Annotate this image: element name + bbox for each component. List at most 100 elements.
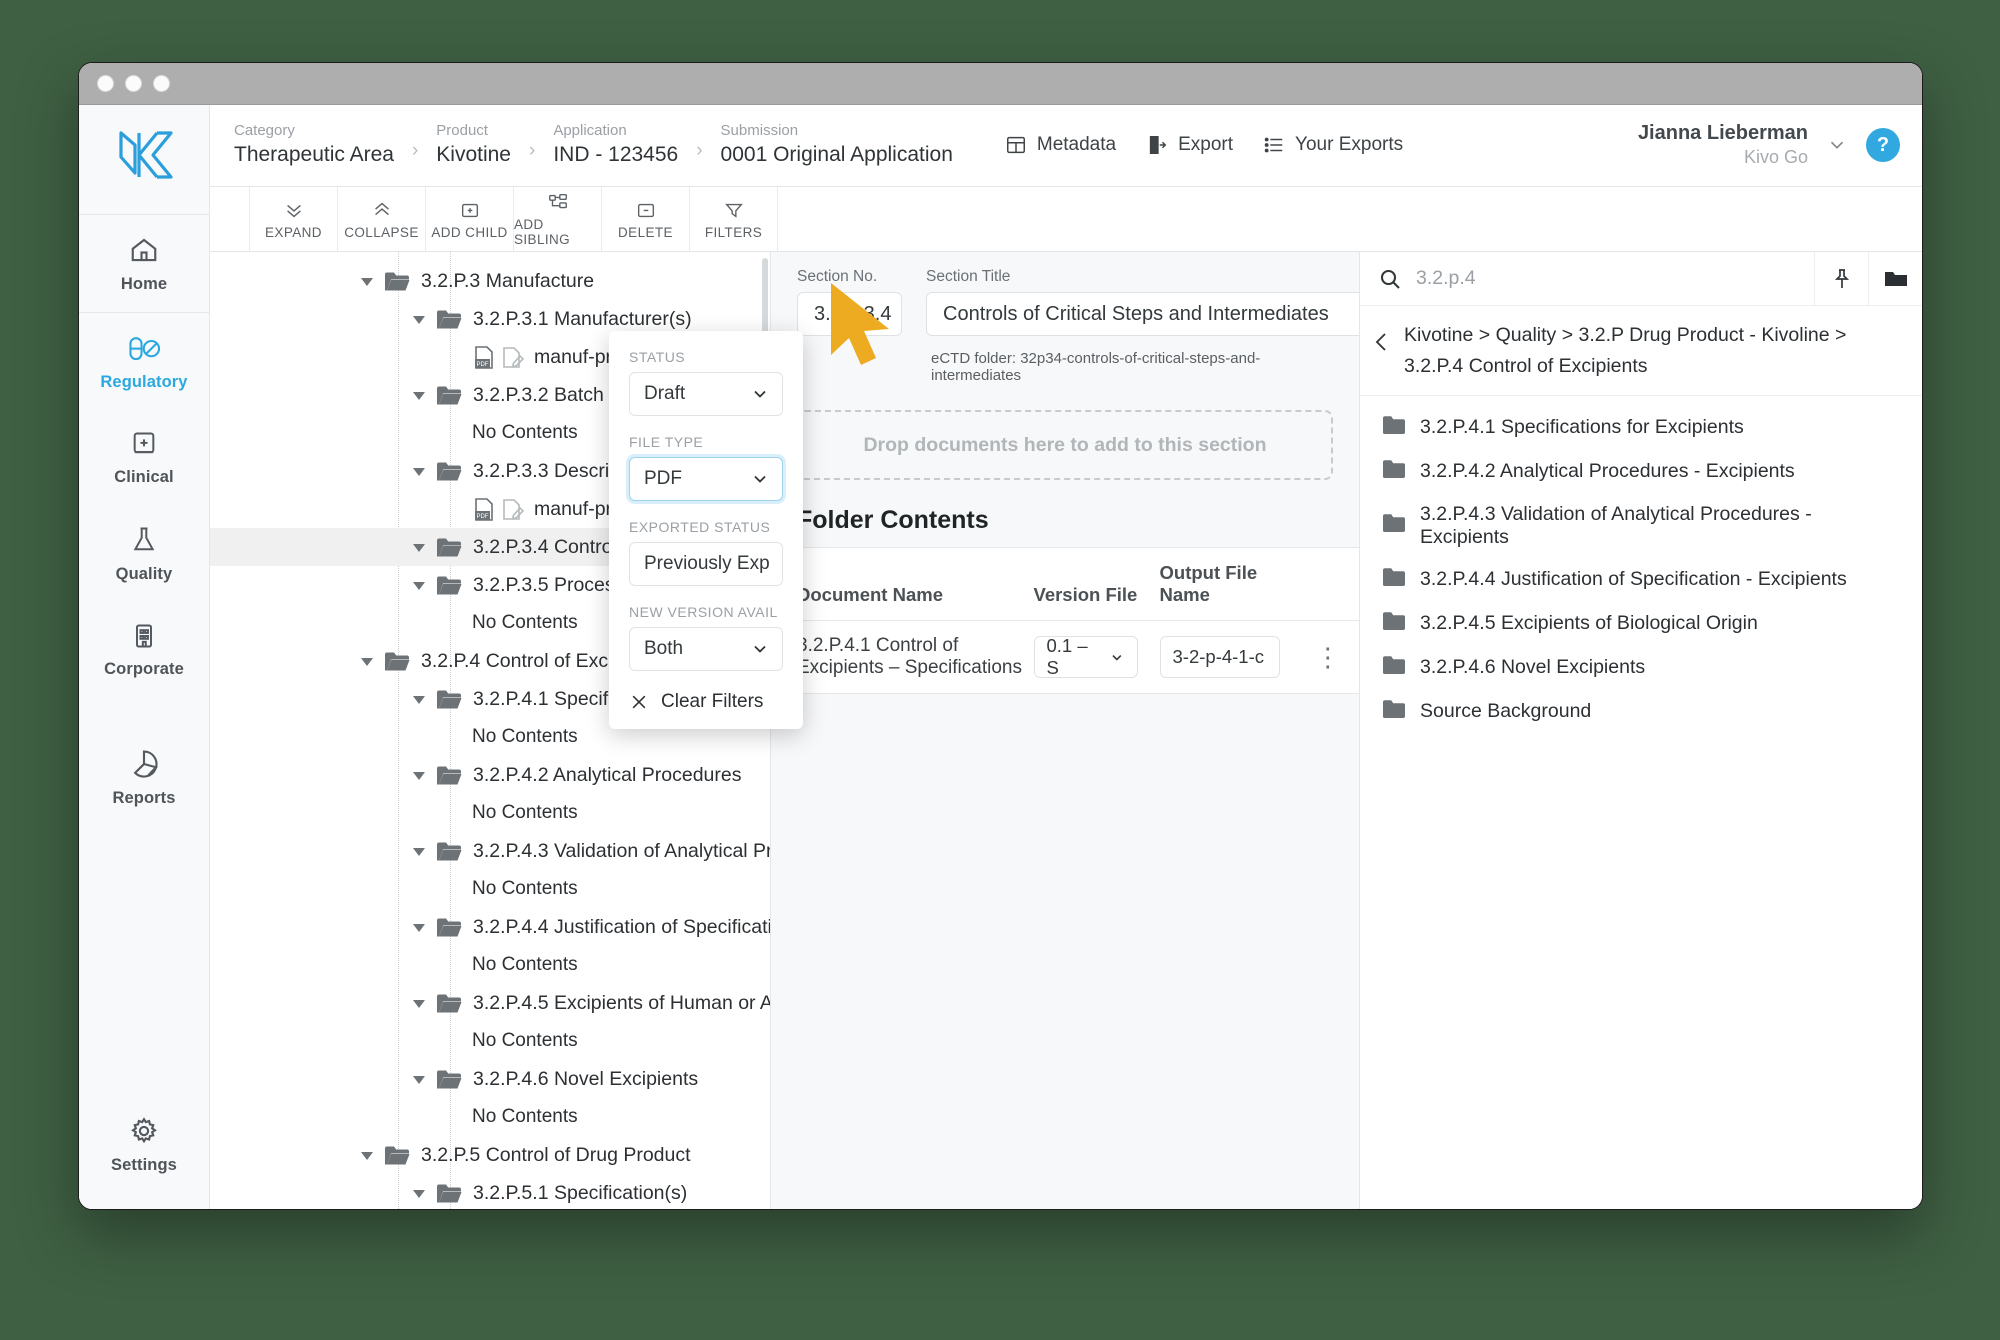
breadcrumb-value: Kivotine — [436, 143, 511, 167]
help-button[interactable]: ? — [1866, 128, 1900, 163]
caret-down-icon[interactable] — [410, 386, 428, 404]
filter-select[interactable]: Both — [629, 627, 783, 671]
filter-select-value: Draft — [644, 383, 686, 404]
filter-select[interactable]: Draft — [629, 372, 783, 416]
desktop-background: Home Regulatory Clinical Quality Corpora… — [0, 0, 2000, 1340]
caret-down-icon[interactable] — [410, 310, 428, 328]
caret-down-icon[interactable] — [410, 462, 428, 480]
window-minimize-button[interactable] — [125, 75, 142, 92]
user-text: Jianna Lieberman Kivo Go — [1638, 121, 1808, 169]
flask-icon — [133, 527, 155, 551]
folder-icon — [1383, 612, 1405, 630]
caret-down-icon[interactable] — [410, 576, 428, 594]
filter-select[interactable]: PDF — [629, 457, 783, 501]
filters-popup[interactable]: STATUS Draft FILE TYPE PDF EXPORTED STATUS Pr… — [609, 331, 803, 729]
pills-icon — [129, 337, 160, 361]
sidebar-item-clinical[interactable]: Clinical — [79, 410, 209, 505]
tree-folder-row[interactable]: 3.2.P.4.4 Justification of Specification… — [210, 908, 770, 946]
delete-button[interactable]: DELETE — [602, 186, 690, 252]
tree-folder-row[interactable]: 3.2.P.5.1 Specification(s) — [210, 1174, 770, 1209]
search-row: 3.2.p.4 — [1360, 251, 1922, 307]
caret-down-icon[interactable] — [410, 766, 428, 784]
tree-folder-row[interactable]: 3.2.P.4.2 Analytical Procedures — [210, 756, 770, 794]
clear-filters-button[interactable]: Clear Filters — [629, 691, 783, 713]
kivo-logo[interactable] — [113, 105, 175, 214]
your-exports-button[interactable]: Your Exports — [1263, 134, 1403, 156]
folder-icon — [1382, 459, 1406, 485]
tree-empty-row: No Contents — [210, 1098, 770, 1136]
list-item-label: 3.2.P.4.1 Specifications for Excipients — [1420, 416, 1744, 439]
table-row[interactable]: 3.2.P.4.1 Control of Excipients – Specif… — [771, 621, 1359, 694]
folder-list[interactable]: 3.2.P.4.1 Specifications for Excipients 3… — [1360, 396, 1922, 734]
list-item[interactable]: Source Background — [1360, 690, 1922, 734]
document-dropzone[interactable]: Drop documents here to add to this secti… — [797, 410, 1333, 481]
filters-button[interactable]: FILTERS — [690, 186, 778, 252]
breadcrumb-category[interactable]: Category Therapeutic Area — [230, 122, 398, 168]
tree-folder-row[interactable]: 3.2.P.4.3 Validation of Analytical Proce… — [210, 832, 770, 870]
caret-down-icon[interactable] — [410, 690, 428, 708]
breadcrumb-application[interactable]: Application IND - 123456 — [549, 122, 682, 168]
add-sibling-button[interactable]: ADD SIBLING — [514, 186, 602, 252]
cell-output-file-name: 3-2-p-4-1-c — [1159, 621, 1307, 694]
list-item[interactable]: 3.2.P.4.2 Analytical Procedures - Excipi… — [1360, 450, 1922, 494]
sidebar-item-quality[interactable]: Quality — [79, 505, 209, 602]
list-item[interactable]: 3.2.P.4.1 Specifications for Excipients — [1360, 406, 1922, 450]
caret-down-icon[interactable] — [410, 1070, 428, 1088]
folder-icon — [1383, 416, 1405, 434]
collapse-button[interactable]: COLLAPSE — [338, 186, 426, 252]
tree-folder-row[interactable]: 3.2.P.4.5 Excipients of Human or Animal … — [210, 984, 770, 1022]
tree-folder-row[interactable]: 3.2.P.5 Control of Drug Product — [210, 1136, 770, 1174]
pin-icon[interactable] — [1814, 251, 1868, 306]
tree-row-label: No Contents — [472, 422, 578, 444]
filter-select[interactable]: Previously Exp — [629, 542, 783, 586]
window-maximize-button[interactable] — [153, 75, 170, 92]
caret-down-icon[interactable] — [410, 994, 428, 1012]
sidebar-item-label: Quality — [115, 565, 173, 583]
caret-down-icon[interactable] — [410, 538, 428, 556]
export-button[interactable]: Export — [1146, 134, 1233, 156]
tree-folder-row[interactable]: 3.2.P.3 Manufacture — [210, 262, 770, 300]
caret-down-icon[interactable] — [358, 272, 376, 290]
caret-down-icon[interactable] — [358, 1146, 376, 1164]
section-no-input[interactable]: 3.2.P.3.4 — [797, 292, 902, 337]
sidebar-item-corporate[interactable]: Corporate — [79, 602, 209, 697]
caret-down-icon[interactable] — [358, 652, 376, 670]
user-menu[interactable]: Jianna Lieberman Kivo Go ? — [1638, 121, 1900, 169]
version-file-select[interactable]: 0.1 – S — [1033, 636, 1138, 679]
sidebar-item-home[interactable]: Home — [79, 215, 209, 312]
folder-icon — [1382, 699, 1406, 725]
open-folder-icon[interactable] — [1868, 251, 1922, 306]
tree-folder-row[interactable]: 3.2.P.4.6 Novel Excipients — [210, 1060, 770, 1098]
sidebar-item-regulatory[interactable]: Regulatory — [79, 313, 209, 410]
list-item-label: 3.2.P.4.2 Analytical Procedures - Excipi… — [1420, 460, 1795, 483]
caret-down-icon[interactable] — [410, 918, 428, 936]
metadata-button[interactable]: Metadata — [1005, 134, 1116, 156]
list-item[interactable]: 3.2.P.4.5 Excipients of Biological Origi… — [1360, 602, 1922, 646]
folder-icon — [436, 841, 462, 862]
breadcrumb-submission[interactable]: Submission 0001 Original Application — [717, 122, 957, 168]
sidebar-item-reports[interactable]: Reports — [79, 697, 209, 826]
chevron-left-icon[interactable] — [1360, 320, 1404, 354]
caret-down-icon[interactable] — [410, 1184, 428, 1202]
list-item[interactable]: 3.2.P.4.3 Validation of Analytical Proce… — [1360, 494, 1922, 558]
window-close-button[interactable] — [97, 75, 114, 92]
breadcrumb-product[interactable]: Product Kivotine — [432, 122, 515, 168]
sidebar-item-label: Regulatory — [100, 373, 188, 391]
workspace-panes: 3.2.P.3 Manufacture 3.2.P.3.1 Manufacture… — [210, 251, 1922, 1209]
expand-button[interactable]: EXPAND — [250, 186, 338, 252]
sidebar-item-settings[interactable]: Settings — [79, 1096, 209, 1209]
output-file-name-input[interactable]: 3-2-p-4-1-c — [1159, 636, 1280, 679]
folder-icon — [1383, 568, 1405, 586]
chevron-down-icon[interactable] — [1826, 134, 1848, 156]
caret-down-icon[interactable] — [410, 842, 428, 860]
add-child-button[interactable]: ADD CHILD — [426, 186, 514, 252]
list-item[interactable]: 3.2.P.4.6 Novel Excipients — [1360, 646, 1922, 690]
tree-row-label: 3.2.P.3 Manufacture — [421, 269, 595, 292]
row-menu-button[interactable]: ⋮ — [1307, 644, 1350, 669]
tree-empty-row: No Contents — [210, 946, 770, 984]
filter-group-label: FILE TYPE — [629, 434, 704, 450]
list-item[interactable]: 3.2.P.4.4 Justification of Specification… — [1360, 558, 1922, 602]
folder-icon — [384, 1145, 410, 1166]
toolbar-label: EXPAND — [265, 224, 322, 240]
search-input[interactable]: 3.2.p.4 — [1416, 267, 1814, 290]
